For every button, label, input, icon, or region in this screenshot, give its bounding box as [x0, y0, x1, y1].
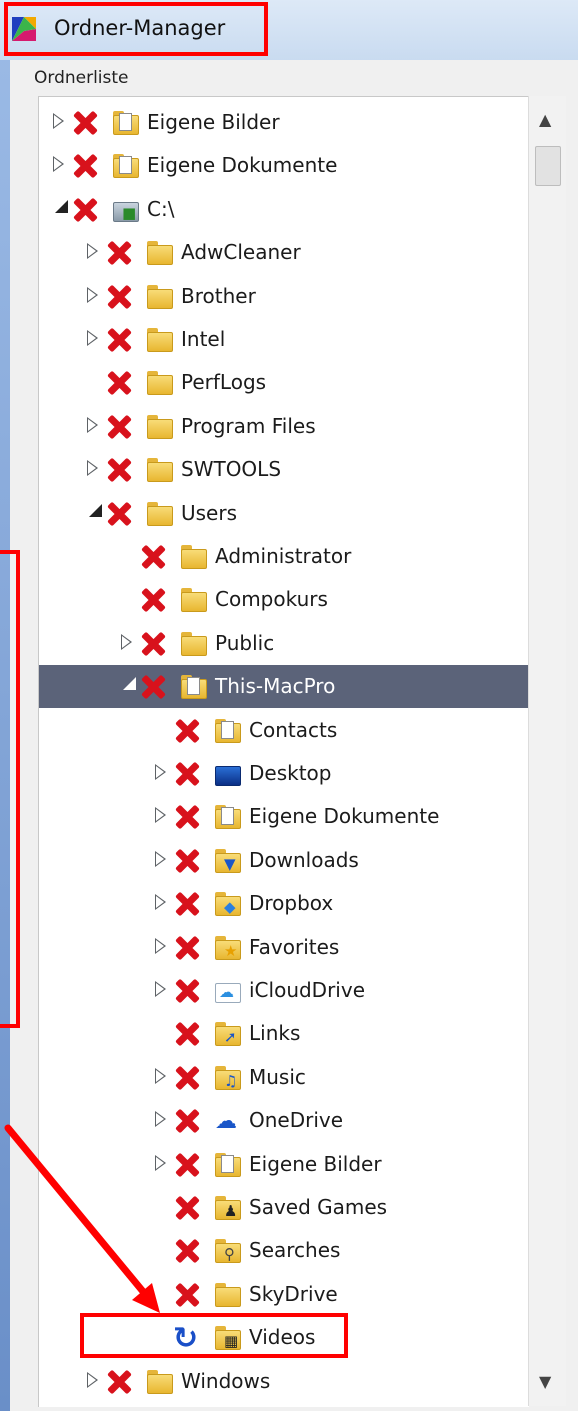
annotation-arrow: [4, 1124, 160, 1313]
